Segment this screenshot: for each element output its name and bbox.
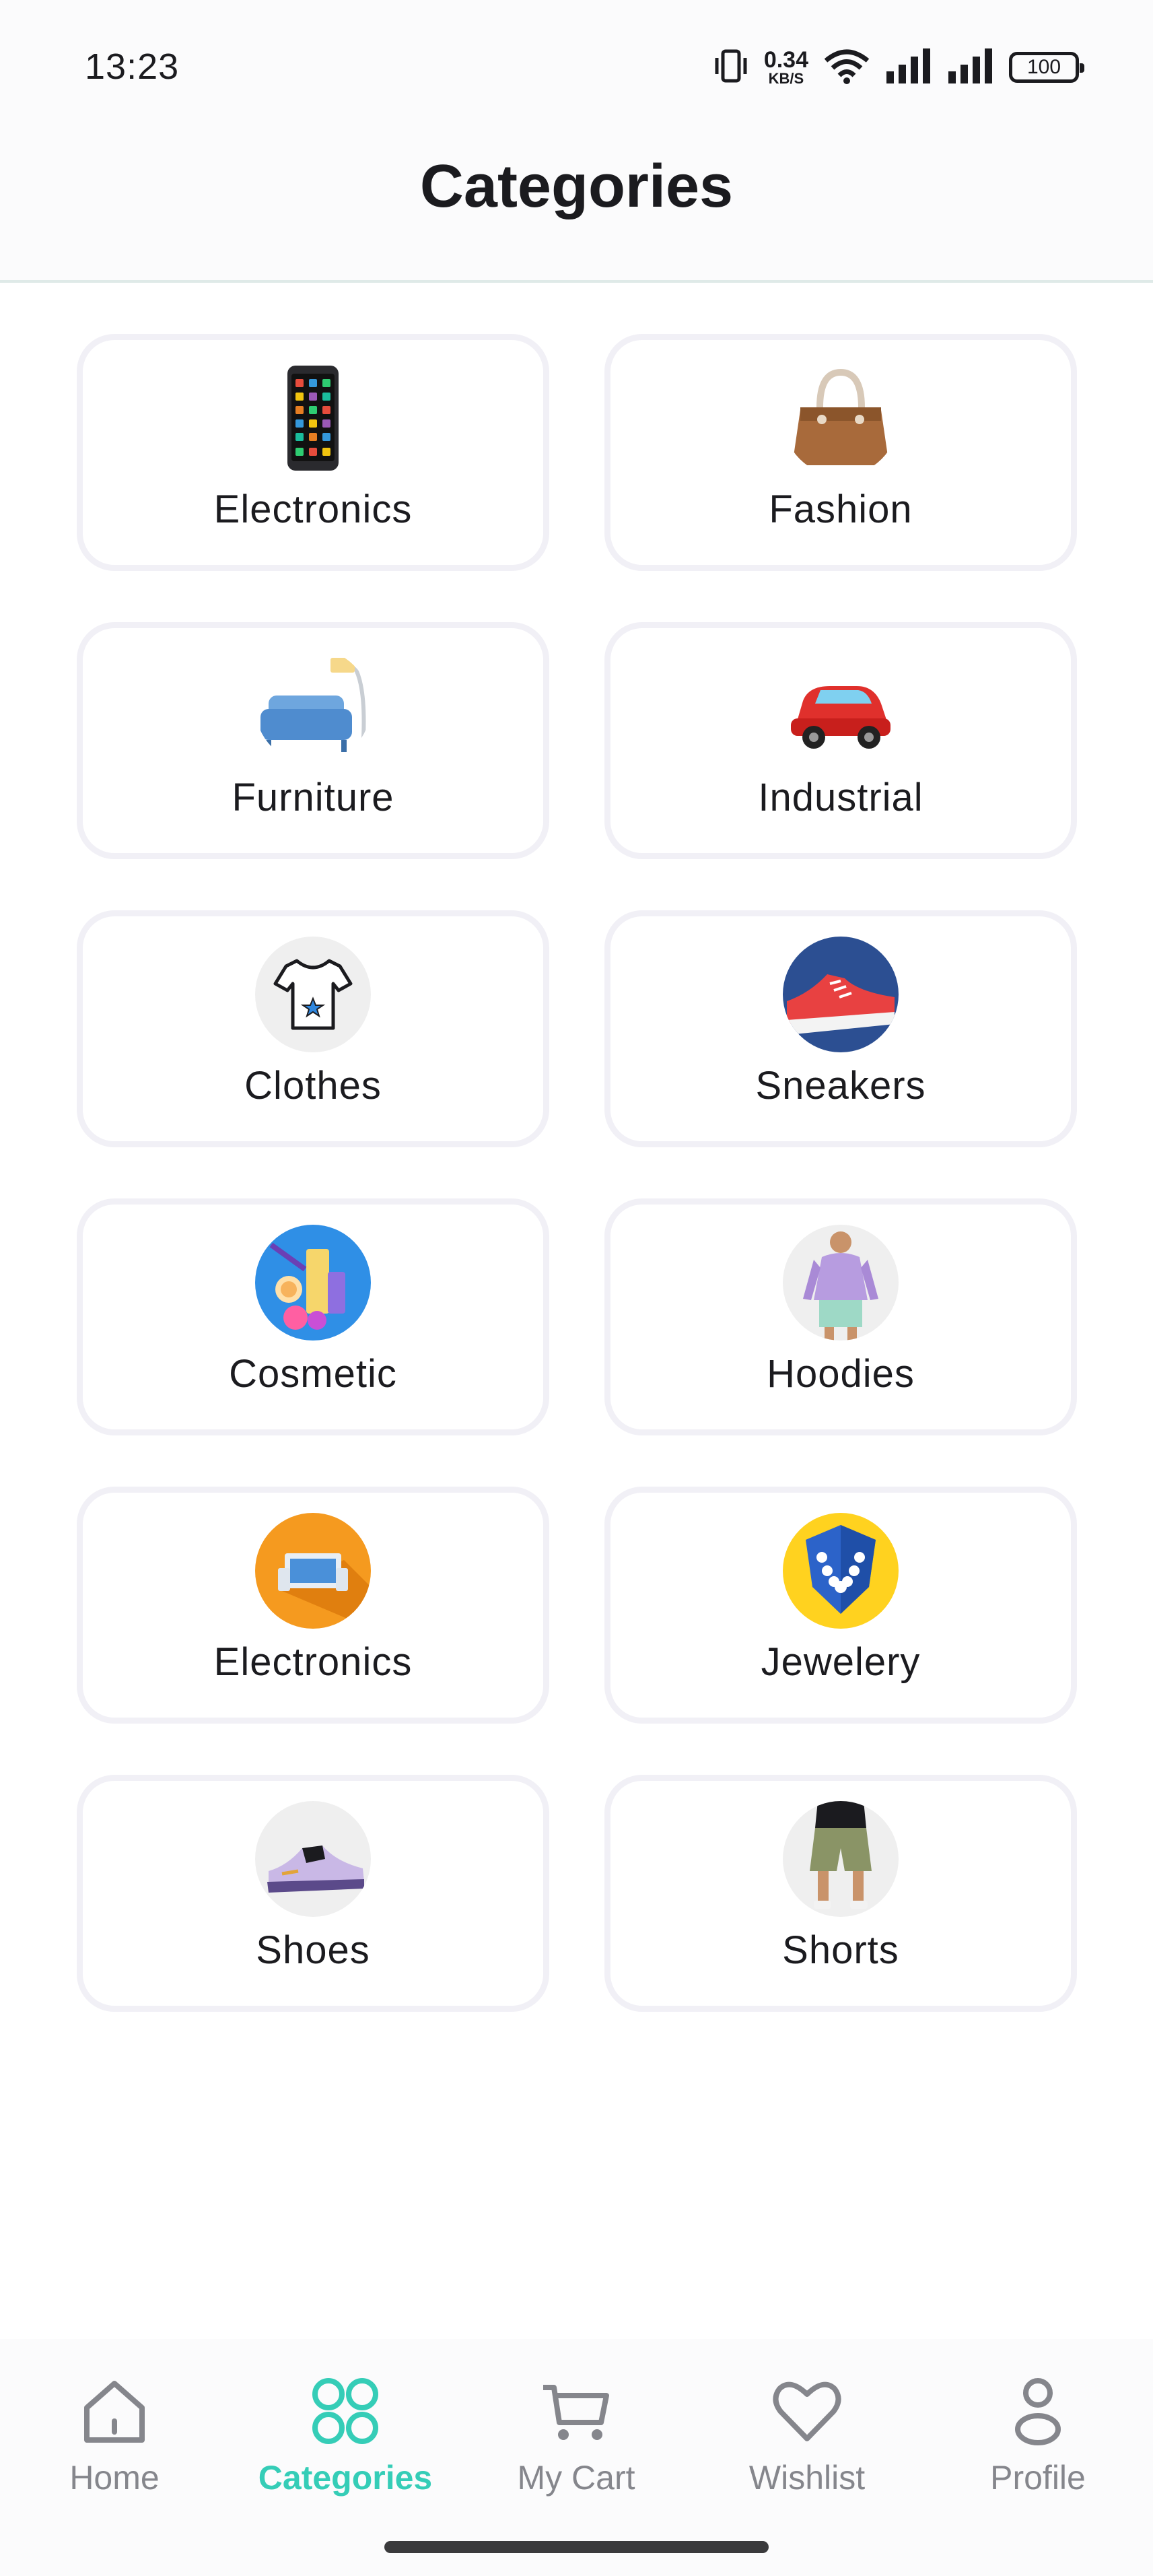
category-card[interactable]: Shorts: [604, 1775, 1077, 2012]
shoe-icon: [255, 1801, 371, 1917]
category-card[interactable]: Cosmetic: [77, 1198, 549, 1435]
necklace-icon: [783, 1513, 899, 1629]
category-label: Shoes: [256, 1928, 370, 1972]
nav-label: Profile: [990, 2459, 1086, 2497]
computer-icon: [255, 1513, 371, 1629]
smartphone-icon: [255, 360, 371, 476]
category-label: Jewelery: [761, 1640, 921, 1684]
nav-cart[interactable]: My Cart: [475, 2374, 677, 2497]
grid-icon: [308, 2374, 382, 2451]
home-indicator[interactable]: [384, 2541, 769, 2553]
nav-wishlist[interactable]: Wishlist: [706, 2374, 908, 2497]
category-card[interactable]: Electronics: [77, 334, 549, 571]
cosmetics-icon: [255, 1225, 371, 1341]
category-card[interactable]: Jewelery: [604, 1487, 1077, 1724]
cart-icon: [539, 2374, 613, 2451]
status-icons: 0.34 KB/S 100: [713, 40, 1084, 94]
nav-home[interactable]: Home: [13, 2374, 215, 2497]
category-card[interactable]: Shoes: [77, 1775, 549, 2012]
category-label: Fashion: [769, 487, 913, 531]
wifi-icon: [823, 47, 870, 88]
status-time: 13:23: [85, 46, 180, 87]
signal-icon: [885, 47, 932, 88]
handbag-icon: [783, 360, 899, 476]
top-app-bar: 13:23 0.34 KB/S 100 Categories: [0, 0, 1153, 283]
net-speed: 0.34 KB/S: [764, 48, 808, 86]
hoodie-icon: [783, 1225, 899, 1341]
category-card[interactable]: Furniture: [77, 622, 549, 859]
category-label: Cosmetic: [229, 1352, 397, 1396]
nav-label: My Cart: [517, 2459, 635, 2497]
category-label: Electronics: [213, 487, 413, 531]
categories-screen: 13:23 0.34 KB/S 100 Categories Electroni…: [0, 0, 1153, 2576]
nav-profile[interactable]: Profile: [937, 2374, 1139, 2497]
net-speed-unit: KB/S: [768, 70, 804, 87]
battery-icon: 100: [1009, 52, 1084, 83]
category-label: Clothes: [244, 1064, 382, 1108]
category-card[interactable]: Hoodies: [604, 1198, 1077, 1435]
vibrate-icon: [713, 47, 749, 88]
sofa-icon: [255, 648, 371, 764]
category-label: Hoodies: [767, 1352, 915, 1396]
category-card[interactable]: Sneakers: [604, 910, 1077, 1147]
category-label: Shorts: [782, 1928, 899, 1972]
nav-categories[interactable]: Categories: [244, 2374, 446, 2497]
heart-icon: [770, 2374, 844, 2451]
nav-label: Wishlist: [748, 2459, 866, 2497]
sneaker-icon: [783, 937, 899, 1052]
category-card[interactable]: Industrial: [604, 622, 1077, 859]
category-label: Sneakers: [755, 1064, 926, 1108]
net-speed-value: 0.34: [763, 47, 808, 73]
category-label: Industrial: [758, 776, 923, 819]
person-icon: [1001, 2374, 1075, 2451]
shorts-icon: [783, 1801, 899, 1917]
category-label: Electronics: [213, 1640, 413, 1684]
car-icon: [783, 648, 899, 764]
category-card[interactable]: Electronics: [77, 1487, 549, 1724]
category-card[interactable]: Clothes: [77, 910, 549, 1147]
home-icon: [77, 2374, 151, 2451]
category-card[interactable]: Fashion: [604, 334, 1077, 571]
signal-icon: [947, 47, 994, 88]
nav-label: Home: [69, 2459, 160, 2497]
category-label: Furniture: [232, 776, 394, 819]
page-title: Categories: [419, 153, 734, 220]
nav-label: Categories: [258, 2459, 433, 2497]
tshirt-icon: [255, 937, 371, 1052]
